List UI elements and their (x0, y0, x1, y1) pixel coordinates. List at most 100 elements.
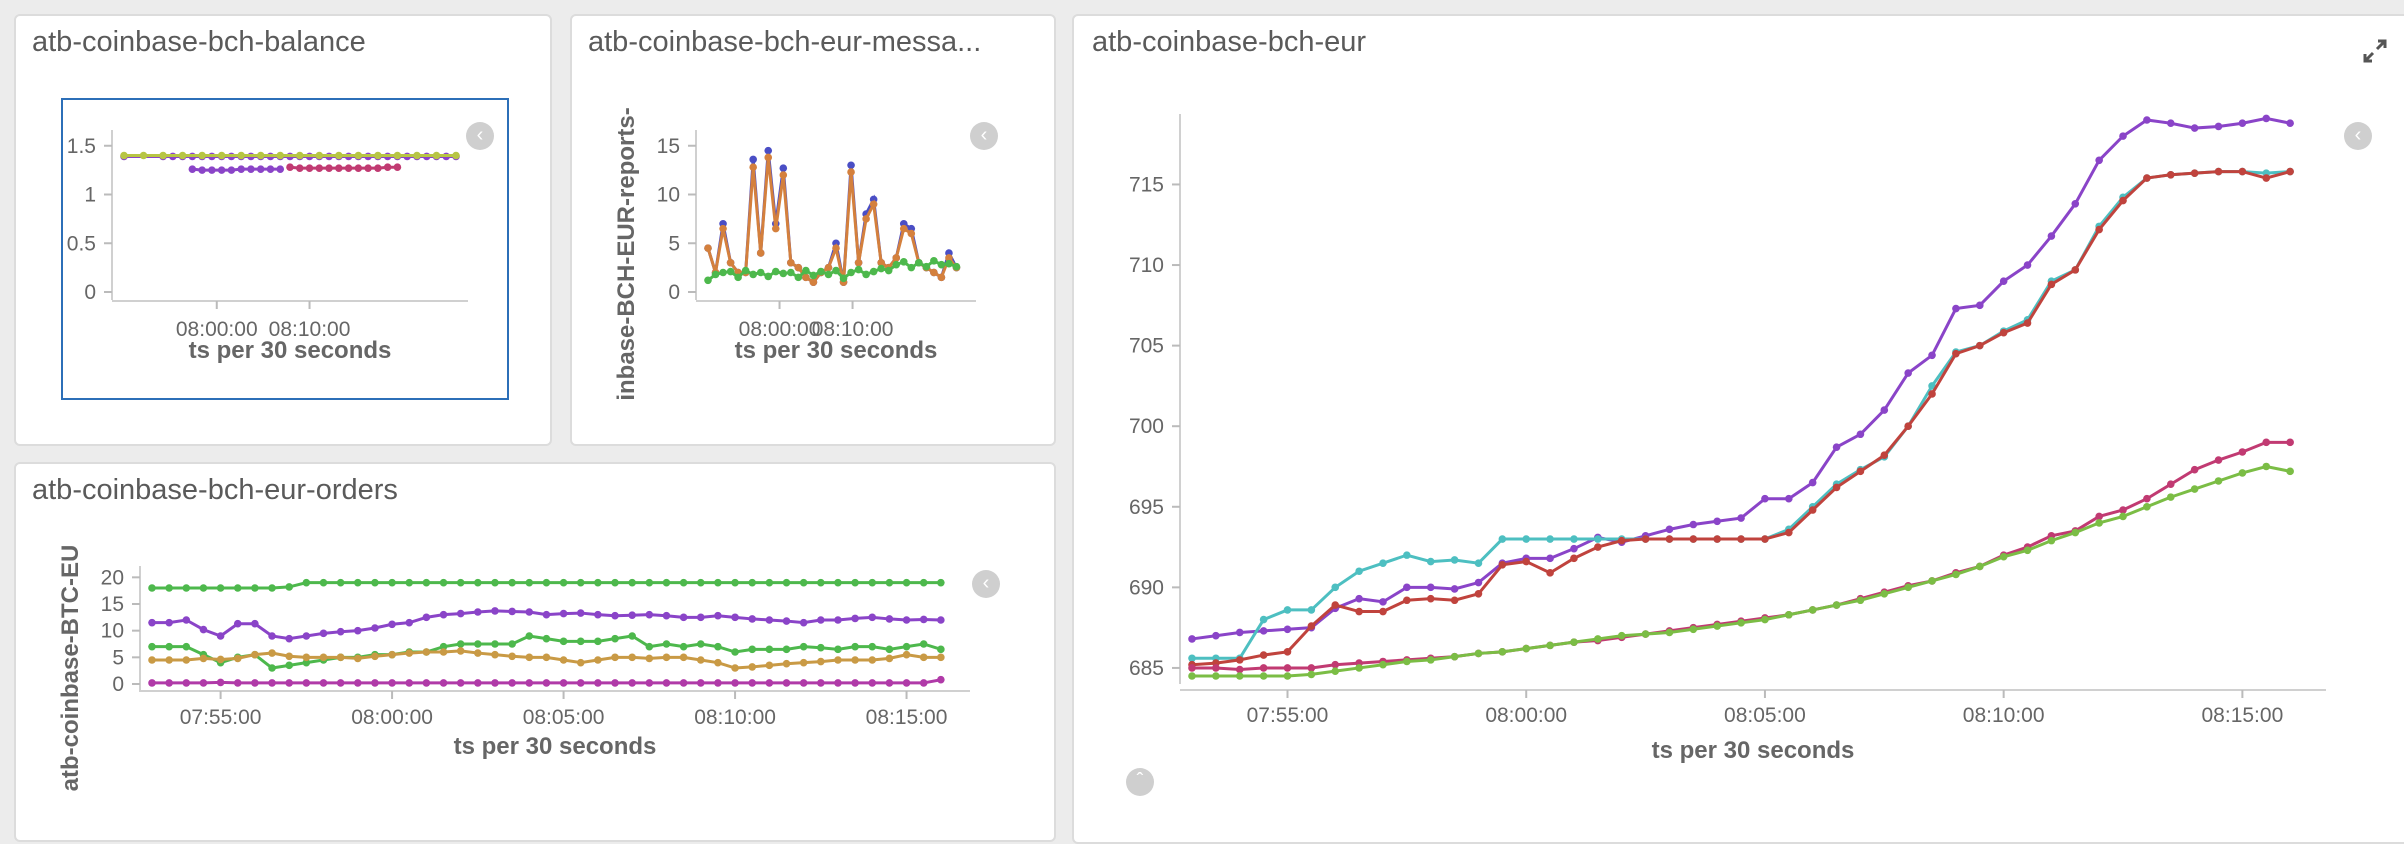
data-point (388, 650, 396, 659)
data-point (576, 637, 585, 646)
x-axis-label: ts per 30 seconds (189, 337, 392, 364)
data-point (182, 679, 191, 687)
data-point (148, 618, 156, 627)
data-point (1952, 304, 1960, 313)
data-point (2166, 493, 2175, 501)
data-point (899, 224, 908, 233)
data-point (165, 584, 173, 592)
data-point (1594, 543, 1602, 551)
data-point (2166, 170, 2175, 179)
data-point (188, 165, 197, 173)
data-point (704, 276, 712, 285)
data-point (354, 164, 363, 172)
data-point (374, 151, 382, 160)
data-point (1761, 494, 1769, 503)
chart-balance[interactable]: 00.511.508:00:00 08:10:00ts per 30 second… (16, 16, 552, 446)
data-point (237, 151, 245, 160)
data-point (268, 632, 276, 640)
data-point (474, 649, 482, 657)
chart-messages[interactable]: 05101508:00:0008:10:00ts per 30 secondsi… (572, 16, 1056, 446)
data-point (559, 578, 568, 587)
data-point (696, 656, 705, 664)
data-point (1259, 672, 1268, 680)
data-point (1617, 536, 1626, 545)
data-point (809, 278, 818, 287)
data-point (285, 583, 293, 591)
data-point (817, 578, 825, 587)
data-point (1307, 606, 1316, 614)
data-point (456, 647, 465, 655)
data-point (354, 151, 363, 160)
data-point (216, 584, 225, 592)
data-point (315, 164, 324, 172)
data-point (787, 258, 795, 267)
data-point (799, 679, 808, 687)
y-tick-label: 15 (101, 593, 124, 616)
data-point (787, 268, 795, 277)
data-point (662, 611, 671, 620)
data-point (907, 229, 916, 238)
data-point (422, 648, 431, 656)
y-tick-label: 710 (1129, 254, 1164, 277)
data-point (892, 260, 901, 269)
data-point (847, 161, 855, 170)
data-point (542, 653, 551, 662)
data-point (1737, 535, 1745, 543)
data-point (869, 200, 878, 209)
data-point (1188, 672, 1196, 680)
data-point (237, 165, 245, 173)
data-point (302, 632, 311, 640)
data-point (251, 584, 259, 592)
data-point (851, 656, 859, 664)
data-point (491, 607, 499, 615)
series-line (1192, 170, 2291, 660)
data-point (2143, 494, 2151, 503)
data-point (662, 640, 671, 648)
data-point (1522, 557, 1531, 566)
data-point (1188, 664, 1196, 672)
chart-orders[interactable]: 0 5 10 15 20 07:55:00 08:00:00 08:05:00 08:10:00… (16, 464, 1056, 842)
data-point (628, 611, 636, 619)
data-point (233, 679, 242, 687)
data-point (1785, 610, 1793, 619)
data-point (749, 270, 757, 279)
data-point (1498, 648, 1507, 656)
data-point (1952, 349, 1960, 358)
data-point (756, 268, 765, 277)
data-point (286, 163, 294, 171)
data-point (302, 679, 311, 687)
data-point (439, 578, 448, 587)
data-point (679, 653, 688, 662)
data-point (1355, 607, 1363, 616)
data-point (696, 679, 705, 687)
data-point (885, 615, 894, 623)
data-point (405, 578, 414, 587)
data-point (2143, 502, 2151, 511)
data-point (491, 650, 499, 659)
data-point (508, 679, 516, 687)
data-point (1450, 652, 1459, 661)
data-point (734, 273, 742, 282)
data-point (199, 654, 208, 663)
data-point (542, 610, 551, 619)
chart-eur[interactable]: 685 690 695 700 705 710 715 07:55:00 08:00:00 08:… (1074, 16, 2404, 844)
y-tick-label: 0 (668, 281, 680, 304)
panel-messages: atb-coinbase-bch-eur-messa... 0 5 10 15 08:0… (570, 14, 1056, 446)
data-point (2238, 119, 2247, 128)
chevron-left-icon[interactable]: ‹ (2344, 122, 2372, 150)
data-point (1713, 517, 1721, 526)
chevron-left-icon[interactable]: ‹ (970, 122, 998, 150)
chevron-left-icon[interactable]: ‹ (466, 122, 494, 150)
data-point (559, 679, 568, 687)
data-point (851, 642, 859, 651)
chevron-left-icon[interactable]: ‹ (972, 570, 1000, 598)
data-point (1785, 494, 1793, 503)
data-point (756, 249, 765, 257)
data-point (405, 618, 414, 627)
data-point (182, 584, 191, 592)
data-point (628, 578, 636, 587)
data-point (422, 578, 431, 587)
data-point (854, 258, 863, 267)
chevron-up-icon[interactable]: ˆ (1126, 768, 1154, 796)
data-point (611, 679, 619, 687)
